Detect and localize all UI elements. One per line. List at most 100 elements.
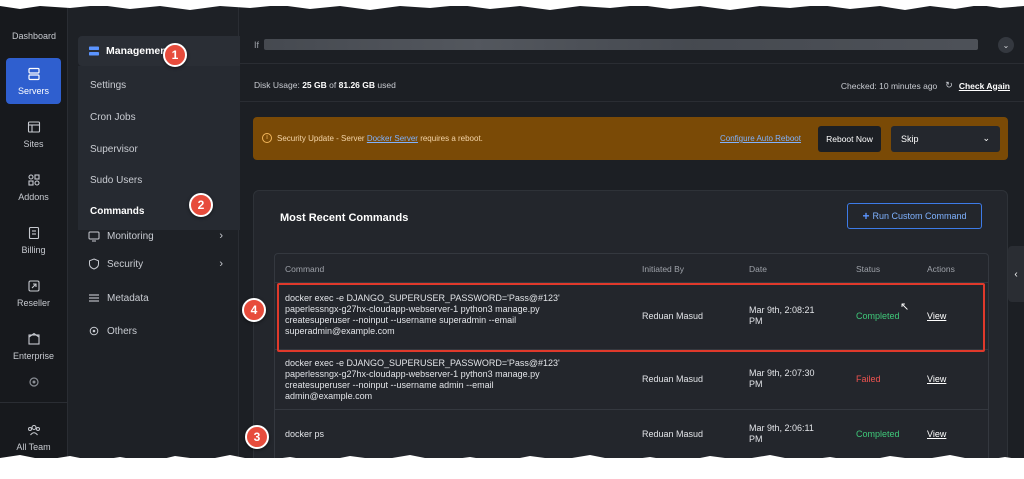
- browser-icon: [27, 120, 41, 134]
- management-sublist: Settings Cron Jobs Supervisor Sudo Users…: [78, 66, 240, 230]
- step-badge: 1: [163, 43, 187, 67]
- torn-edge-top: [0, 0, 1024, 10]
- rail-reseller[interactable]: Reseller: [6, 270, 61, 316]
- chevron-down-icon[interactable]: ⌄: [998, 37, 1014, 53]
- collapse-panel-tab[interactable]: ‹: [1008, 246, 1024, 302]
- rail-dashboard[interactable]: Dashboard: [0, 31, 68, 41]
- command-line: admin@example.com: [285, 391, 373, 401]
- command-line: docker exec -e DJANGO_SUPERUSER_PASSWORD…: [285, 358, 560, 368]
- command-line: paperlessngx-g27hx-cloudapp-webserver-1 …: [285, 369, 540, 379]
- submenu-others[interactable]: Others: [88, 325, 223, 337]
- management-icon: [88, 45, 100, 57]
- col-command: Command: [285, 264, 325, 274]
- disk-usage-label: Disk Usage:: [254, 80, 300, 90]
- shield-icon: [88, 258, 100, 270]
- icon-rail: Dashboard Servers Sites Addons Billing R…: [0, 6, 68, 458]
- rail-enterprise-label: Enterprise: [12, 350, 55, 361]
- submenu-security[interactable]: Security ›: [88, 258, 223, 270]
- rail-divider: [0, 402, 68, 403]
- server-name-prefix: If: [254, 40, 260, 50]
- step-badge: 4: [242, 298, 266, 322]
- submenu-item-cron-jobs[interactable]: Cron Jobs: [90, 112, 136, 123]
- chevron-right-icon: ›: [219, 230, 223, 242]
- rail-reseller-label: Reseller: [16, 297, 50, 308]
- rail-addons-label: Addons: [18, 191, 49, 202]
- initiated-by: Reduan Masud: [642, 429, 704, 439]
- initiated-by: Reduan Masud: [642, 374, 704, 384]
- disk-total-value: 81.26 GB: [338, 80, 376, 90]
- rail-sites-label: Sites: [23, 138, 44, 149]
- cog-icon: [88, 325, 100, 337]
- rail-sites[interactable]: Sites: [6, 111, 61, 157]
- check-again-link[interactable]: Check Again: [959, 81, 1010, 91]
- command-line: createsuperuser --noinput --username adm…: [285, 380, 494, 390]
- disk-used-value: 25 GB: [302, 80, 327, 90]
- submenu-monitoring[interactable]: Monitoring ›: [88, 230, 223, 242]
- submenu-metadata-label: Metadata: [107, 292, 149, 304]
- col-date: Date: [749, 264, 767, 274]
- command-text: docker ps: [285, 429, 324, 440]
- view-link[interactable]: View: [927, 429, 946, 440]
- command-date: Mar 9th, 2:06:11 PM: [749, 423, 814, 445]
- checked-time: Checked: 10 minutes ago: [840, 80, 938, 91]
- submenu-others-label: Others: [107, 325, 138, 337]
- date-line: Mar 9th, 2:07:30: [749, 368, 815, 378]
- command-text: docker exec -e DJANGO_SUPERUSER_PASSWORD…: [285, 358, 560, 402]
- divider: [240, 101, 1024, 102]
- run-custom-command-label: Run Custom Command: [872, 211, 967, 221]
- date-line: PM: [749, 379, 763, 389]
- view-link[interactable]: View: [927, 374, 946, 385]
- highlight-box: [277, 283, 985, 352]
- invoice-icon: [27, 226, 41, 240]
- server-icon: [27, 67, 41, 81]
- status-badge: Completed: [856, 429, 900, 439]
- run-custom-command-button[interactable]: + Run Custom Command: [847, 203, 982, 229]
- alert-text-before: Security Update - Server: [277, 134, 365, 143]
- step-badge: 2: [189, 193, 213, 217]
- disk-of: of: [329, 80, 337, 90]
- submenu-management[interactable]: Management: [78, 36, 240, 66]
- rail-servers-label: Servers: [17, 85, 49, 96]
- chevron-down-icon: ⌄: [982, 133, 990, 143]
- submenu-monitoring-label: Monitoring: [107, 230, 154, 242]
- date-line: PM: [749, 434, 763, 444]
- disk-usage: Disk Usage: 25 GB of 81.26 GB used: [254, 80, 396, 90]
- gear-icon: [27, 375, 41, 389]
- skip-select-value: Skip: [901, 134, 919, 144]
- refresh-icon: ↻: [945, 80, 953, 90]
- rail-addons[interactable]: Addons: [6, 164, 61, 210]
- submenu-metadata[interactable]: Metadata: [88, 292, 223, 304]
- rail-billing-label: Billing: [21, 244, 46, 255]
- recent-commands-title: Most Recent Commands: [280, 212, 409, 224]
- command-date: Mar 9th, 2:07:30 PM: [749, 368, 815, 390]
- chevron-right-icon: ›: [219, 258, 223, 270]
- alert-server-link[interactable]: Docker Server: [367, 134, 418, 143]
- rail-servers[interactable]: Servers: [6, 58, 61, 104]
- submenu-item-sudo-users[interactable]: Sudo Users: [90, 175, 142, 186]
- submenu-security-label: Security: [107, 258, 144, 270]
- check-status: Checked: 10 minutes ago ↻ Check Again: [841, 80, 1010, 91]
- col-initiated-by: Initiated By: [642, 264, 685, 274]
- rail-enterprise[interactable]: Enterprise: [6, 323, 61, 369]
- table-row: docker exec -e DJANGO_SUPERUSER_PASSWORD…: [275, 349, 988, 409]
- list-icon: [88, 292, 100, 304]
- reseller-icon: [27, 279, 41, 293]
- col-actions: Actions: [927, 264, 955, 274]
- rail-billing[interactable]: Billing: [6, 217, 61, 263]
- configure-auto-reboot-link[interactable]: Configure Auto Reboot: [720, 134, 801, 143]
- col-status: Status: [856, 264, 881, 274]
- submenu-item-settings[interactable]: Settings: [90, 80, 126, 91]
- rail-settings[interactable]: [6, 372, 61, 396]
- main-content: If ⌄ Disk Usage: 25 GB of 81.26 GB used …: [240, 6, 1024, 458]
- disk-suffix: used: [377, 80, 396, 90]
- server-name-redacted: [264, 39, 978, 50]
- team-icon: [27, 423, 41, 437]
- submenu-item-commands[interactable]: Commands: [90, 206, 144, 217]
- reboot-now-button[interactable]: Reboot Now: [818, 126, 881, 152]
- alert-message: Security Update - Server Docker Server r…: [277, 134, 483, 143]
- submenu-item-supervisor[interactable]: Supervisor: [90, 144, 138, 155]
- torn-edge-bottom: [0, 455, 1024, 479]
- status-badge: Failed: [856, 374, 881, 384]
- skip-select[interactable]: Skip ⌄: [891, 126, 1000, 152]
- security-update-alert: i Security Update - Server Docker Server…: [253, 117, 1008, 160]
